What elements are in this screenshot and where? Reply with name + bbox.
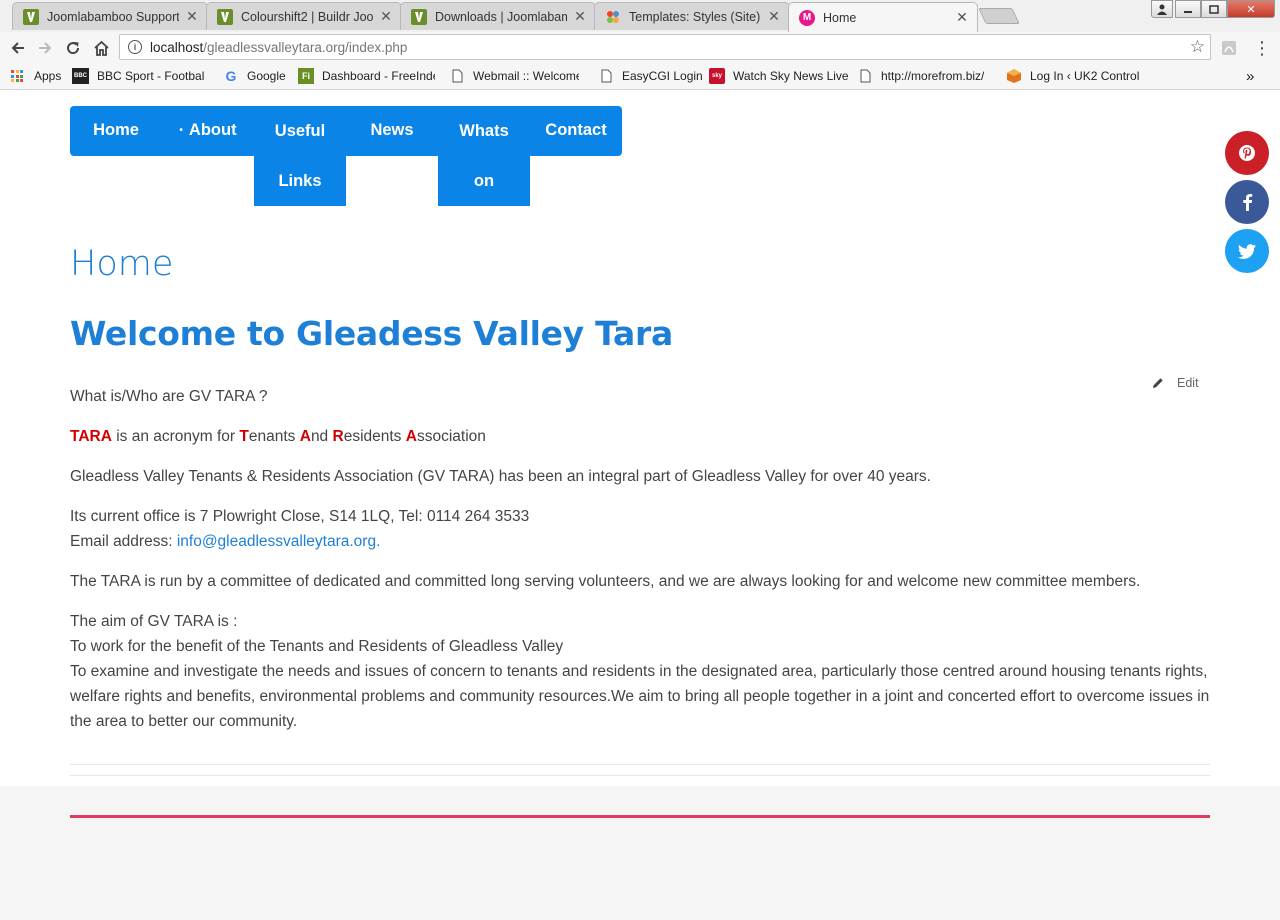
tab-title: Downloads | Joomlabamboo — [435, 9, 567, 24]
tab-close-icon[interactable]: ✕ — [767, 8, 781, 25]
new-tab-button[interactable] — [978, 8, 1020, 24]
menu-item-about[interactable]: • About — [162, 121, 254, 140]
bookmark-sky-news[interactable]: sky Watch Sky News Live — [709, 68, 849, 84]
twitter-share-button[interactable] — [1225, 229, 1269, 273]
tab-title: Home — [823, 10, 857, 25]
google-icon: G — [225, 68, 237, 84]
minimize-button[interactable] — [1175, 0, 1201, 18]
uk2-icon — [1006, 68, 1022, 84]
paragraph: Gleadless Valley Tenants & Residents Ass… — [70, 468, 931, 485]
bookmark-apps[interactable]: Apps — [10, 68, 61, 84]
menu-item-whats-on[interactable]: Whats on — [438, 106, 530, 206]
browser-tab-active[interactable]: M Home ✕ — [788, 2, 978, 32]
page-icon — [449, 68, 465, 84]
menu-item-useful-links[interactable]: Useful Links — [254, 106, 346, 206]
page-icon — [857, 68, 873, 84]
tab-close-icon[interactable]: ✕ — [573, 8, 587, 25]
bookmark-webmail[interactable]: Webmail :: Welcome — [449, 68, 579, 84]
bookmark-star-icon[interactable]: ☆ — [1190, 37, 1205, 57]
bbc-icon: BBC — [72, 68, 89, 84]
more-bookmarks-icon[interactable]: » — [1246, 68, 1254, 85]
twitter-icon — [1238, 243, 1256, 259]
pinterest-icon — [1239, 145, 1255, 161]
pinterest-share-button[interactable] — [1225, 131, 1269, 175]
joomlabamboo-favicon-icon — [411, 8, 427, 25]
browser-tab-strip: Joomlabamboo Support ✕ Colourshift2 | Bu… — [0, 0, 1280, 32]
bookmarks-bar: Apps BBC BBC Sport - Football G Google F… — [0, 62, 1280, 90]
joomlabamboo-favicon-icon — [23, 8, 39, 25]
tab-title: Joomlabamboo Support — [47, 9, 179, 24]
browser-tab[interactable]: Templates: Styles (Site) - ✕ — [594, 2, 790, 30]
divider — [70, 764, 1210, 765]
menu-item-contact[interactable]: Contact — [530, 121, 622, 140]
apps-grid-icon — [10, 68, 26, 84]
divider — [70, 775, 1210, 776]
freeindex-icon: Fi — [298, 68, 314, 84]
maximize-button[interactable] — [1201, 0, 1227, 18]
paragraph: What is/Who are GV TARA ? — [70, 388, 268, 405]
close-window-button[interactable]: ✕ — [1227, 0, 1275, 18]
info-icon[interactable]: i — [128, 40, 142, 54]
joomla-favicon-icon — [605, 9, 621, 25]
acronym-paragraph: TARA is an acronym for Tenants And Resid… — [70, 428, 486, 445]
menu-item-news[interactable]: News — [346, 121, 438, 140]
page-heading: Home — [70, 244, 174, 284]
article-title[interactable]: Welcome to Gleadess Valley Tara — [70, 314, 673, 353]
facebook-icon — [1243, 194, 1253, 211]
site-favicon-icon: M — [799, 9, 815, 26]
paragraph: The TARA is run by a committee of dedica… — [70, 573, 1141, 590]
tab-title: Colourshift2 | Buildr Joomla — [241, 9, 373, 24]
forward-arrow-icon[interactable] — [34, 37, 56, 59]
tab-close-icon[interactable]: ✕ — [185, 8, 199, 25]
tab-title: Templates: Styles (Site) - — [629, 9, 761, 24]
tab-close-icon[interactable]: ✕ — [955, 9, 969, 26]
reload-icon[interactable] — [62, 37, 84, 59]
bookmark-google[interactable]: G Google — [223, 68, 286, 84]
browser-tab[interactable]: Joomlabamboo Support ✕ — [12, 2, 208, 30]
email-link[interactable]: info@gleadlessvalleytara.org — [177, 533, 376, 550]
aims-paragraph: The aim of GV TARA is : To work for the … — [70, 613, 1210, 730]
bookmark-uk2[interactable]: Log In ‹ UK2 Control Panel — [1006, 68, 1143, 84]
footer-accent-line — [70, 815, 1210, 818]
address-bar[interactable]: i localhost/gleadlessvalleytara.org/inde… — [119, 34, 1211, 60]
sky-news-icon: sky — [709, 68, 725, 84]
browser-tab[interactable]: Colourshift2 | Buildr Joomla ✕ — [206, 2, 402, 30]
footer — [0, 786, 1280, 920]
contact-paragraph: Its current office is 7 Plowright Close,… — [70, 508, 530, 550]
article-body: What is/Who are GV TARA ? TARA is an acr… — [70, 384, 1210, 749]
bookmark-morefrom[interactable]: http://morefrom.biz/ — [857, 68, 994, 84]
bookmark-bbc-sport[interactable]: BBC BBC Sport - Football — [72, 68, 204, 84]
pdf-extension-icon[interactable] — [1218, 37, 1240, 59]
joomlabamboo-favicon-icon — [217, 8, 233, 25]
back-arrow-icon[interactable] — [7, 37, 29, 59]
menu-item-home[interactable]: Home — [70, 121, 162, 140]
bookmark-freeindex[interactable]: Fi Dashboard - FreeIndex — [298, 68, 435, 84]
menu-bullet: • — [179, 125, 183, 136]
page-icon — [598, 68, 614, 84]
tab-close-icon[interactable]: ✕ — [379, 8, 393, 25]
url-path: /gleadlessvalleytara.org/index.php — [203, 39, 408, 55]
browser-tab[interactable]: Downloads | Joomlabamboo ✕ — [400, 2, 596, 30]
url-host: localhost — [150, 39, 204, 55]
facebook-share-button[interactable] — [1225, 180, 1269, 224]
bookmark-easycgi[interactable]: EasyCGI Login — [598, 68, 703, 84]
user-profile-icon[interactable] — [1151, 0, 1173, 18]
chrome-menu-icon[interactable]: ⋮ — [1251, 37, 1273, 59]
home-icon[interactable] — [90, 37, 112, 59]
